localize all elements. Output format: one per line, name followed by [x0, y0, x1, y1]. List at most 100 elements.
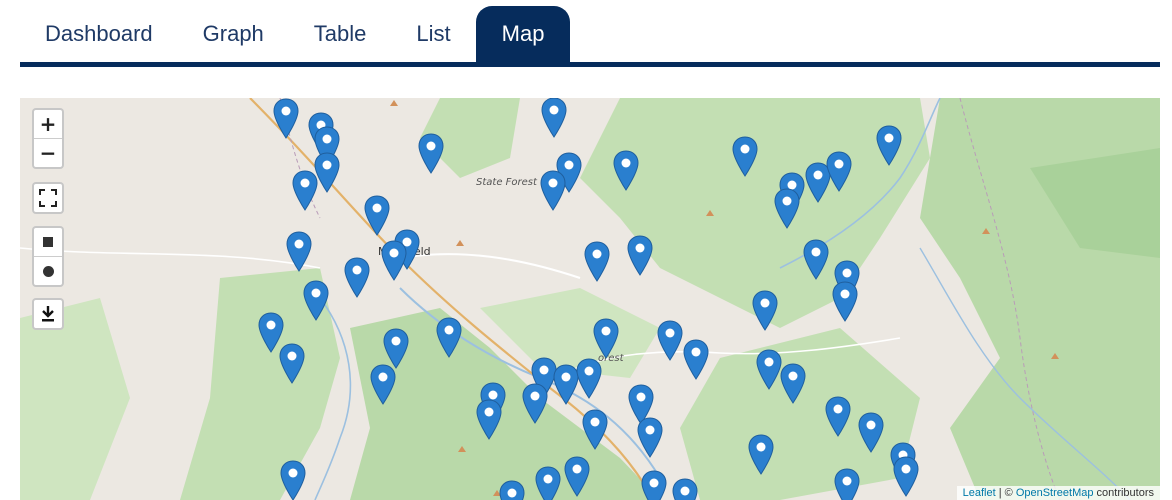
map-pin-icon: [370, 364, 396, 405]
map-marker[interactable]: [522, 383, 548, 425]
map-marker[interactable]: [364, 195, 390, 237]
map-marker[interactable]: [858, 412, 884, 454]
map-marker[interactable]: [683, 339, 709, 381]
map-marker[interactable]: [381, 240, 407, 282]
tab-bar: Dashboard Graph Table List Map: [20, 6, 1160, 62]
map-pin-icon: [273, 98, 299, 139]
map-pin-icon: [780, 363, 806, 404]
map-pin-icon: [541, 98, 567, 138]
leaflet-link[interactable]: Leaflet: [963, 487, 996, 499]
map-pin-icon: [582, 409, 608, 450]
map-pin-icon: [657, 320, 683, 361]
tab-list[interactable]: List: [391, 6, 475, 62]
osm-link[interactable]: OpenStreetMap: [1016, 487, 1094, 499]
map-container[interactable]: State Forest Mansfield orest 350 + −: [20, 98, 1160, 500]
map-pin-icon: [584, 241, 610, 282]
fullscreen-button[interactable]: [34, 184, 62, 212]
map-pin-icon: [641, 470, 667, 500]
map-marker[interactable]: [279, 343, 305, 385]
map-pin-icon: [893, 456, 919, 497]
map-pin-icon: [756, 349, 782, 390]
map-pin-icon: [499, 480, 525, 500]
tab-map[interactable]: Map: [475, 6, 571, 62]
map-marker[interactable]: [637, 417, 663, 459]
map-marker[interactable]: [476, 399, 502, 441]
map-marker[interactable]: [825, 396, 851, 438]
circle-icon: [42, 265, 54, 277]
state-forest-label: State Forest: [476, 177, 537, 188]
map-pin-icon: [732, 136, 758, 177]
map-marker[interactable]: [540, 170, 566, 212]
map-marker[interactable]: [780, 363, 806, 405]
map-pin-icon: [364, 195, 390, 236]
map-pin-icon: [876, 125, 902, 166]
map-marker[interactable]: [370, 364, 396, 406]
map-marker[interactable]: [436, 317, 462, 359]
map-marker[interactable]: [344, 257, 370, 299]
map-pin-icon: [564, 456, 590, 497]
map-pin-icon: [303, 280, 329, 321]
map-pin-icon: [344, 257, 370, 298]
map-marker[interactable]: [535, 466, 561, 500]
map-pin-icon: [381, 240, 407, 281]
download-button[interactable]: [34, 300, 62, 328]
map-marker[interactable]: [541, 98, 567, 139]
map-pin-icon: [292, 170, 318, 211]
map-marker[interactable]: [303, 280, 329, 322]
map-marker[interactable]: [752, 290, 778, 332]
map-marker[interactable]: [418, 133, 444, 175]
map-pin-icon: [418, 133, 444, 174]
map-marker[interactable]: [582, 409, 608, 451]
tab-dashboard[interactable]: Dashboard: [20, 6, 178, 62]
zoom-in-button[interactable]: +: [34, 110, 62, 138]
map-marker[interactable]: [756, 349, 782, 391]
zoom-control: + −: [32, 108, 64, 169]
draw-rectangle-button[interactable]: [34, 228, 62, 256]
tab-table[interactable]: Table: [289, 6, 392, 62]
zoom-out-button[interactable]: −: [34, 138, 62, 167]
map-pin-icon: [683, 339, 709, 380]
draw-circle-button[interactable]: [34, 256, 62, 285]
map-marker[interactable]: [893, 456, 919, 498]
map-marker[interactable]: [657, 320, 683, 362]
map-pin-icon: [280, 460, 306, 500]
map-marker[interactable]: [826, 151, 852, 193]
fullscreen-control: [32, 182, 64, 214]
map-marker[interactable]: [613, 150, 639, 192]
map-marker[interactable]: [584, 241, 610, 283]
map-attribution: Leaflet | © OpenStreetMap contributors: [956, 486, 1160, 500]
square-icon: [43, 237, 53, 247]
tab-graph[interactable]: Graph: [178, 6, 289, 62]
map-marker[interactable]: [593, 318, 619, 360]
map-pin-icon: [576, 358, 602, 399]
attribution-suffix: contributors: [1093, 487, 1154, 499]
map-marker[interactable]: [641, 470, 667, 500]
map-marker[interactable]: [748, 434, 774, 476]
map-pin-icon: [613, 150, 639, 191]
map-pin-icon: [535, 466, 561, 500]
map-marker[interactable]: [732, 136, 758, 178]
map-marker[interactable]: [876, 125, 902, 167]
map-marker[interactable]: [499, 480, 525, 500]
map-marker[interactable]: [273, 98, 299, 140]
map-marker[interactable]: [774, 188, 800, 230]
map-marker[interactable]: [280, 460, 306, 500]
map-marker[interactable]: [286, 231, 312, 273]
map-pin-icon: [803, 239, 829, 280]
map-pin-icon: [627, 235, 653, 276]
map-marker[interactable]: [576, 358, 602, 400]
map-marker[interactable]: [627, 235, 653, 277]
map-marker[interactable]: [803, 239, 829, 281]
map-marker[interactable]: [672, 478, 698, 500]
map-pin-icon: [637, 417, 663, 458]
map-marker[interactable]: [832, 281, 858, 323]
map-pin-icon: [476, 399, 502, 440]
map-pin-icon: [540, 170, 566, 211]
map-marker[interactable]: [292, 170, 318, 212]
map-marker[interactable]: [834, 468, 860, 500]
map-pin-icon: [436, 317, 462, 358]
map-marker[interactable]: [564, 456, 590, 498]
attribution-separator: | ©: [995, 487, 1016, 499]
fullscreen-icon: [39, 189, 57, 207]
map-pin-icon: [748, 434, 774, 475]
